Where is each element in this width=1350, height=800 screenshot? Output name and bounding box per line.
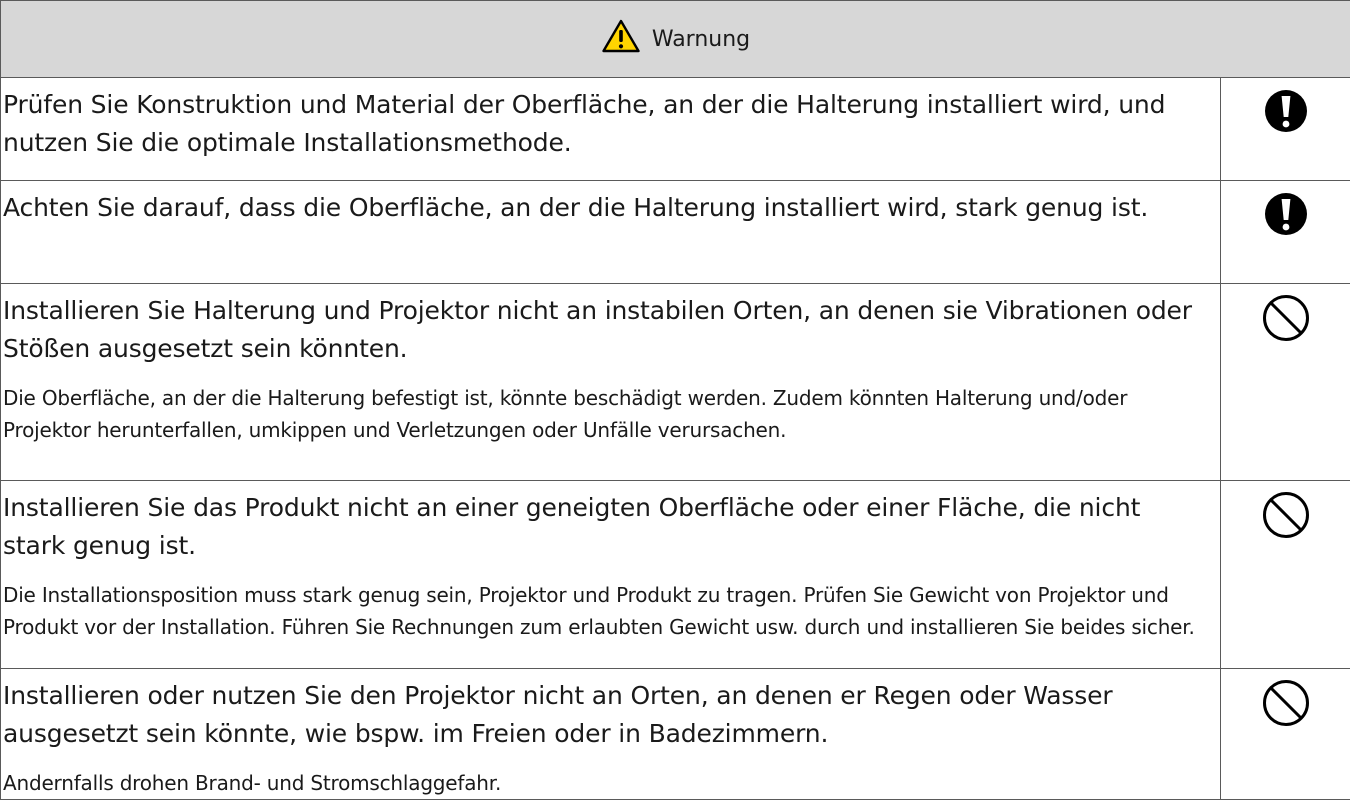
warning-header: Warnung xyxy=(1,1,1350,78)
mandatory-exclamation-icon xyxy=(1221,181,1350,237)
warning-row: Prüfen Sie Konstruktion und Material der… xyxy=(1,78,1350,181)
warning-statement: Installieren Sie das Produkt nicht an ei… xyxy=(3,489,1206,565)
warning-detail: Die Installationsposition muss stark gen… xyxy=(3,579,1206,643)
warning-statement: Prüfen Sie Konstruktion und Material der… xyxy=(3,86,1206,162)
warning-row: Installieren Sie Halterung und Projektor… xyxy=(1,284,1350,481)
warning-statement: Installieren oder nutzen Sie den Projekt… xyxy=(3,677,1206,753)
warning-statement: Installieren Sie Halterung und Projektor… xyxy=(3,292,1206,368)
warning-triangle-icon xyxy=(602,19,640,59)
warning-detail: Andernfalls drohen Brand- und Stromschla… xyxy=(3,767,1206,799)
warning-statement: Achten Sie darauf, dass die Oberfläche, … xyxy=(3,189,1206,227)
warning-row: Installieren Sie das Produkt nicht an ei… xyxy=(1,481,1350,669)
prohibition-icon xyxy=(1221,669,1350,727)
warning-detail: Die Oberfläche, an der die Halterung bef… xyxy=(3,382,1206,446)
warning-title: Warnung xyxy=(652,27,750,52)
warning-row: Achten Sie darauf, dass die Oberfläche, … xyxy=(1,181,1350,284)
warning-row: Installieren oder nutzen Sie den Projekt… xyxy=(1,669,1350,800)
prohibition-icon xyxy=(1221,481,1350,539)
mandatory-exclamation-icon xyxy=(1221,78,1350,134)
warning-table: Warnung Prüfen Sie Konstruktion und Mate… xyxy=(0,0,1350,800)
prohibition-icon xyxy=(1221,284,1350,342)
